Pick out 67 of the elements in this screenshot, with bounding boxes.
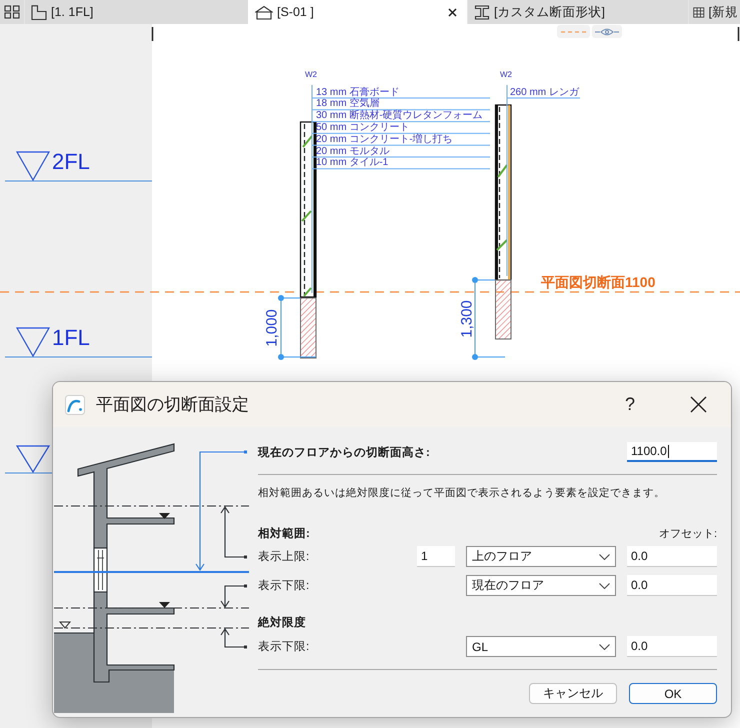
dimension-line: [278, 295, 316, 360]
description-text: 相対範囲あるいは絶対限度に従って平面図で表示されるよう要素を設定できます。: [258, 486, 666, 501]
close-icon: [448, 8, 456, 16]
arc-logo-icon: [65, 394, 85, 414]
foundation-block: [495, 280, 512, 340]
floor-select[interactable]: GL: [466, 636, 616, 657]
view-tab[interactable]: [新規: [688, 0, 740, 24]
dimension-text: 1,000: [264, 308, 280, 346]
level-label: 2FL: [52, 150, 90, 174]
table-icon: [693, 4, 705, 20]
help-button[interactable]: ?: [607, 388, 653, 420]
layer-label: 10 mm タイル-1: [316, 157, 388, 168]
layer-label: 50 mm コンクリート: [316, 122, 410, 133]
visibility-button[interactable]: [592, 25, 622, 38]
layer-label: 18 mm 空気層: [316, 98, 380, 110]
close-icon: [690, 396, 706, 413]
level-label: 1FL: [52, 326, 90, 350]
floor-marker-icon: [159, 602, 170, 608]
layer-label: 13 mm 石膏ボード: [316, 86, 400, 98]
layer-label: 260 mm レンガ: [510, 86, 579, 98]
lower-limit-arrow: [220, 584, 247, 608]
upper-limit-arrow: [220, 506, 247, 558]
floor-marker-icon: [58, 622, 72, 629]
foundation-block: [300, 298, 316, 358]
wall-tag: W2: [305, 70, 317, 79]
eye-icon: [595, 28, 619, 36]
i-beam-icon: [474, 4, 490, 20]
dashed-line-icon: [560, 30, 586, 32]
house-icon: [255, 4, 273, 20]
limit-label: 表示下限:: [258, 640, 310, 654]
absolute-limit-arrow: [220, 628, 247, 648]
chevron-down-icon: [599, 582, 610, 588]
floor-marker-icon: [159, 513, 170, 519]
layer-label: 20 mm コンクリート-増し打ち: [316, 134, 453, 145]
boundary-marker: [738, 27, 740, 41]
limit-label: 表示下限:: [258, 578, 310, 593]
section-heading: 絶対限度: [258, 615, 307, 630]
level-marker-icon: [16, 327, 50, 358]
chevron-down-icon: [599, 554, 610, 560]
cancel-button[interactable]: キャンセル: [529, 683, 617, 704]
wall-tag: W2: [500, 70, 512, 79]
dimension-text: 1,300: [460, 300, 474, 338]
chevron-down-icon: [599, 644, 610, 650]
offset-field[interactable]: 0.0: [627, 575, 717, 596]
floor-plan-icon: [31, 4, 47, 20]
layer-label: 30 mm 断熱材-硬質ウレタンフォーム: [316, 110, 483, 122]
limit-label: 表示上限:: [258, 550, 310, 564]
offset-field[interactable]: 0.0: [627, 636, 717, 657]
ok-button[interactable]: OK: [629, 683, 717, 704]
level-marker-icon: [16, 445, 50, 474]
column-heading: オフセット:: [658, 526, 717, 540]
cut-plane-label: 平面図切断面1100: [541, 274, 656, 290]
cut-height-field[interactable]: 1100.0: [627, 442, 717, 462]
section-heading: 相対範囲:: [258, 526, 311, 540]
layer-label: 20 mm モルタル: [316, 146, 390, 156]
offset-field[interactable]: 0.0: [627, 546, 717, 567]
dialog-title: 平面図の切断面設定: [96, 394, 250, 416]
view-tab[interactable]: [S-01 ]: [248, 0, 467, 24]
floor-select[interactable]: 現在のフロア: [466, 575, 616, 596]
floor-count-field[interactable]: 1: [417, 546, 455, 567]
floor-select[interactable]: 上のフロア: [466, 546, 616, 567]
level-marker-icon: [16, 151, 50, 182]
level-line: [4, 472, 52, 474]
cut-height-label: 現在のフロアからの切断面高さ:: [258, 445, 431, 460]
text-cursor-icon: [668, 444, 669, 458]
boundary-marker: [152, 27, 154, 41]
grid-icon: [4, 5, 20, 19]
